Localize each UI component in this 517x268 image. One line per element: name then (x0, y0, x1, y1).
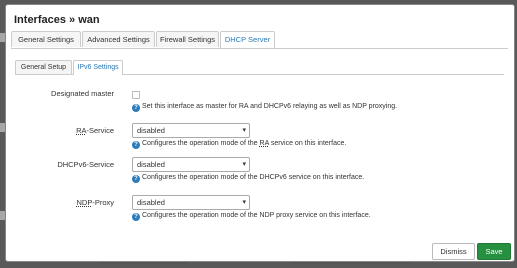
chevron-down-icon: ▾ (242, 161, 246, 168)
sub-tab-bar: General Setup IPv6 Settings (15, 60, 504, 75)
designated-master-checkbox[interactable] (132, 91, 140, 99)
ra-service-label: RA-Service (76, 126, 114, 135)
tab-general-settings[interactable]: General Settings (11, 31, 81, 47)
tab-firewall-settings[interactable]: Firewall Settings (156, 31, 219, 47)
dhcpv6-service-label: DHCPv6-Service (57, 160, 114, 169)
help-circle-icon: ? (132, 141, 140, 149)
subtab-ipv6-settings[interactable]: IPv6 Settings (73, 60, 123, 75)
save-button[interactable]: Save (477, 243, 511, 260)
subtab-general-setup[interactable]: General Setup (15, 60, 72, 74)
ndp-proxy-help: ? Configures the operation mode of the ND… (132, 212, 371, 221)
background-fragment (290, 262, 410, 264)
tab-dhcp-server[interactable]: DHCP Server (220, 31, 275, 48)
tab-advanced-settings[interactable]: Advanced Settings (82, 31, 155, 47)
ndp-proxy-select[interactable]: disabled ▾ (132, 195, 250, 210)
designated-master-label: Designated master (51, 89, 114, 98)
help-circle-icon: ? (132, 175, 140, 183)
interface-modal: Interfaces » wan General Settings Advanc… (5, 4, 515, 262)
help-circle-icon: ? (132, 213, 140, 221)
designated-master-help: ? Set this interface as master for RA and… (132, 103, 397, 112)
help-circle-icon: ? (132, 104, 140, 112)
ra-service-help: ? Configures the operation mode of the RA… (132, 140, 346, 149)
chevron-down-icon: ▾ (242, 127, 246, 134)
chevron-down-icon: ▾ (242, 199, 246, 206)
ndp-proxy-label: NDP-Proxy (76, 198, 114, 207)
modal-title: Interfaces » wan (14, 14, 100, 26)
dhcpv6-service-help: ? Configures the operation mode of the DH… (132, 174, 364, 183)
background-fragment (98, 262, 188, 264)
ra-service-select[interactable]: disabled ▾ (132, 123, 250, 138)
dismiss-button[interactable]: Dismiss (432, 243, 475, 260)
main-tab-bar: General Settings Advanced Settings Firew… (11, 31, 508, 49)
dhcpv6-service-select[interactable]: disabled ▾ (132, 157, 250, 172)
